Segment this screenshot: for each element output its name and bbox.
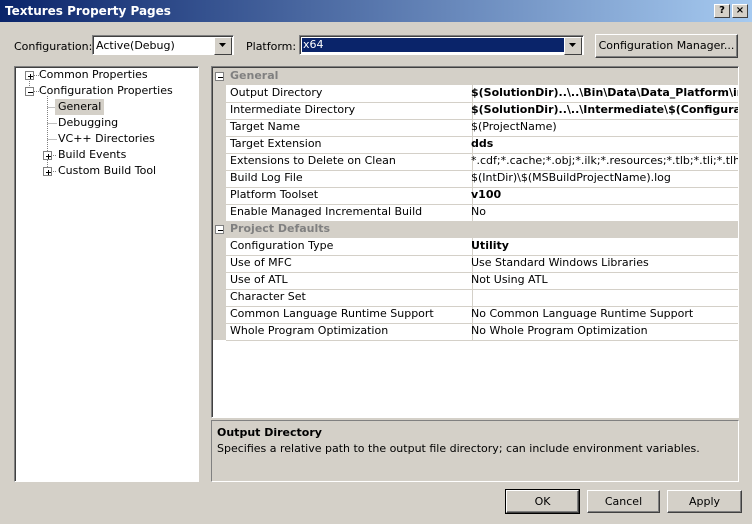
window-title: Textures Property Pages xyxy=(5,4,171,18)
common-properties-expander[interactable] xyxy=(25,71,34,80)
custom-build-tool-expander[interactable] xyxy=(43,167,52,176)
property-row[interactable]: Platform Toolset v100 xyxy=(213,187,738,205)
property-name: Use of ATL xyxy=(226,272,473,290)
property-row[interactable]: Build Log File $(IntDir)\$(MSBuildProjec… xyxy=(213,170,738,188)
property-row[interactable]: Target Extension dds xyxy=(213,136,738,154)
tree-item-custom-build-tool[interactable]: Custom Build Tool xyxy=(58,163,156,179)
description-title: Output Directory xyxy=(217,426,322,439)
property-name: Platform Toolset xyxy=(226,187,473,205)
plus-icon xyxy=(46,170,51,175)
platform-dropdown-button[interactable] xyxy=(564,37,582,55)
tree-item-build-events[interactable]: Build Events xyxy=(58,147,126,163)
section-general-label: General xyxy=(230,69,279,82)
property-value[interactable]: $(ProjectName) xyxy=(468,119,738,137)
property-name: Enable Managed Incremental Build xyxy=(226,204,473,222)
property-row[interactable]: Output Directory $(SolutionDir)..\..\Bin… xyxy=(213,85,738,103)
configuration-select[interactable]: Active(Debug) xyxy=(92,35,234,55)
plus-icon xyxy=(46,154,51,159)
property-value[interactable]: Utility xyxy=(468,238,738,256)
property-name: Build Log File xyxy=(226,170,473,188)
property-value[interactable]: Use Standard Windows Libraries xyxy=(468,255,738,273)
property-name: Use of MFC xyxy=(226,255,473,273)
property-grid[interactable]: General Output Directory $(SolutionDir).… xyxy=(211,66,739,418)
property-row[interactable]: Use of MFC Use Standard Windows Librarie… xyxy=(213,255,738,273)
property-name: Intermediate Directory xyxy=(226,102,473,120)
apply-button[interactable]: Apply xyxy=(667,490,742,513)
property-value[interactable]: No Common Language Runtime Support xyxy=(468,306,738,324)
section-project-defaults-collapse[interactable] xyxy=(215,225,224,234)
property-name: Output Directory xyxy=(226,85,473,103)
configuration-manager-button[interactable]: Configuration Manager... xyxy=(595,34,738,58)
property-name: Character Set xyxy=(226,289,473,307)
property-row[interactable]: Extensions to Delete on Clean *.cdf;*.ca… xyxy=(213,153,738,171)
tree-item-common-properties[interactable]: Common Properties xyxy=(39,67,148,83)
property-value[interactable]: $(SolutionDir)..\..\Intermediate\$(Confi… xyxy=(468,102,738,120)
platform-select[interactable]: x64 xyxy=(299,35,584,55)
platform-value: x64 xyxy=(301,37,565,53)
cancel-button[interactable]: Cancel xyxy=(587,490,660,513)
tree-item-general[interactable]: General xyxy=(55,99,105,115)
property-name: Extensions to Delete on Clean xyxy=(226,153,473,171)
build-events-expander[interactable] xyxy=(43,151,52,160)
platform-label: Platform: xyxy=(246,40,297,53)
property-value[interactable]: No xyxy=(468,204,738,222)
help-button[interactable]: ? xyxy=(714,4,730,18)
property-value[interactable]: dds xyxy=(468,136,738,154)
configuration-value: Active(Debug) xyxy=(96,39,175,52)
section-project-defaults[interactable]: Project Defaults xyxy=(213,221,738,238)
section-project-defaults-label: Project Defaults xyxy=(230,222,331,235)
property-tree[interactable]: Common Properties Configuration Properti… xyxy=(14,66,199,482)
property-row[interactable]: Enable Managed Incremental Build No xyxy=(213,204,738,222)
property-value[interactable]: *.cdf;*.cache;*.obj;*.ilk;*.resources;*.… xyxy=(468,153,738,171)
tree-item-vc-directories[interactable]: VC++ Directories xyxy=(58,131,155,147)
property-name: Whole Program Optimization xyxy=(226,323,473,341)
chevron-down-icon xyxy=(219,43,226,47)
minus-icon xyxy=(218,230,223,231)
section-general-collapse[interactable] xyxy=(215,72,224,81)
chevron-down-icon xyxy=(569,43,576,47)
title-bar[interactable]: Textures Property Pages ? × xyxy=(0,0,752,22)
close-button[interactable]: × xyxy=(732,4,748,18)
tree-item-debugging[interactable]: Debugging xyxy=(58,115,118,131)
property-row[interactable]: Whole Program Optimization No Whole Prog… xyxy=(213,323,738,341)
property-value[interactable]: Not Using ATL xyxy=(468,272,738,290)
property-name: Target Name xyxy=(226,119,473,137)
section-general[interactable]: General xyxy=(213,68,738,85)
property-row[interactable]: Target Name $(ProjectName) xyxy=(213,119,738,137)
minus-icon xyxy=(28,92,33,93)
property-value[interactable]: v100 xyxy=(468,187,738,205)
description-pane: Output Directory Specifies a relative pa… xyxy=(211,420,739,482)
property-name: Common Language Runtime Support xyxy=(226,306,473,324)
ok-button[interactable]: OK xyxy=(505,489,580,514)
property-row[interactable]: Use of ATL Not Using ATL xyxy=(213,272,738,290)
configuration-label: Configuration: xyxy=(14,40,93,53)
minus-icon xyxy=(218,77,223,78)
property-value[interactable] xyxy=(468,289,738,307)
property-row[interactable]: Intermediate Directory $(SolutionDir)..\… xyxy=(213,102,738,120)
plus-icon xyxy=(28,74,33,79)
property-row[interactable]: Common Language Runtime Support No Commo… xyxy=(213,306,738,324)
property-value[interactable]: No Whole Program Optimization xyxy=(468,323,738,341)
property-name: Configuration Type xyxy=(226,238,473,256)
description-text: Specifies a relative path to the output … xyxy=(217,442,700,455)
property-name: Target Extension xyxy=(226,136,473,154)
property-row[interactable]: Character Set xyxy=(213,289,738,307)
property-row[interactable]: Configuration Type Utility xyxy=(213,238,738,256)
property-value[interactable]: $(SolutionDir)..\..\Bin\Data\Data_Platfo… xyxy=(468,85,738,103)
configuration-properties-expander[interactable] xyxy=(25,87,34,96)
configuration-dropdown-button[interactable] xyxy=(214,37,232,55)
property-value[interactable]: $(IntDir)\$(MSBuildProjectName).log xyxy=(468,170,738,188)
tree-item-configuration-properties[interactable]: Configuration Properties xyxy=(39,83,173,99)
